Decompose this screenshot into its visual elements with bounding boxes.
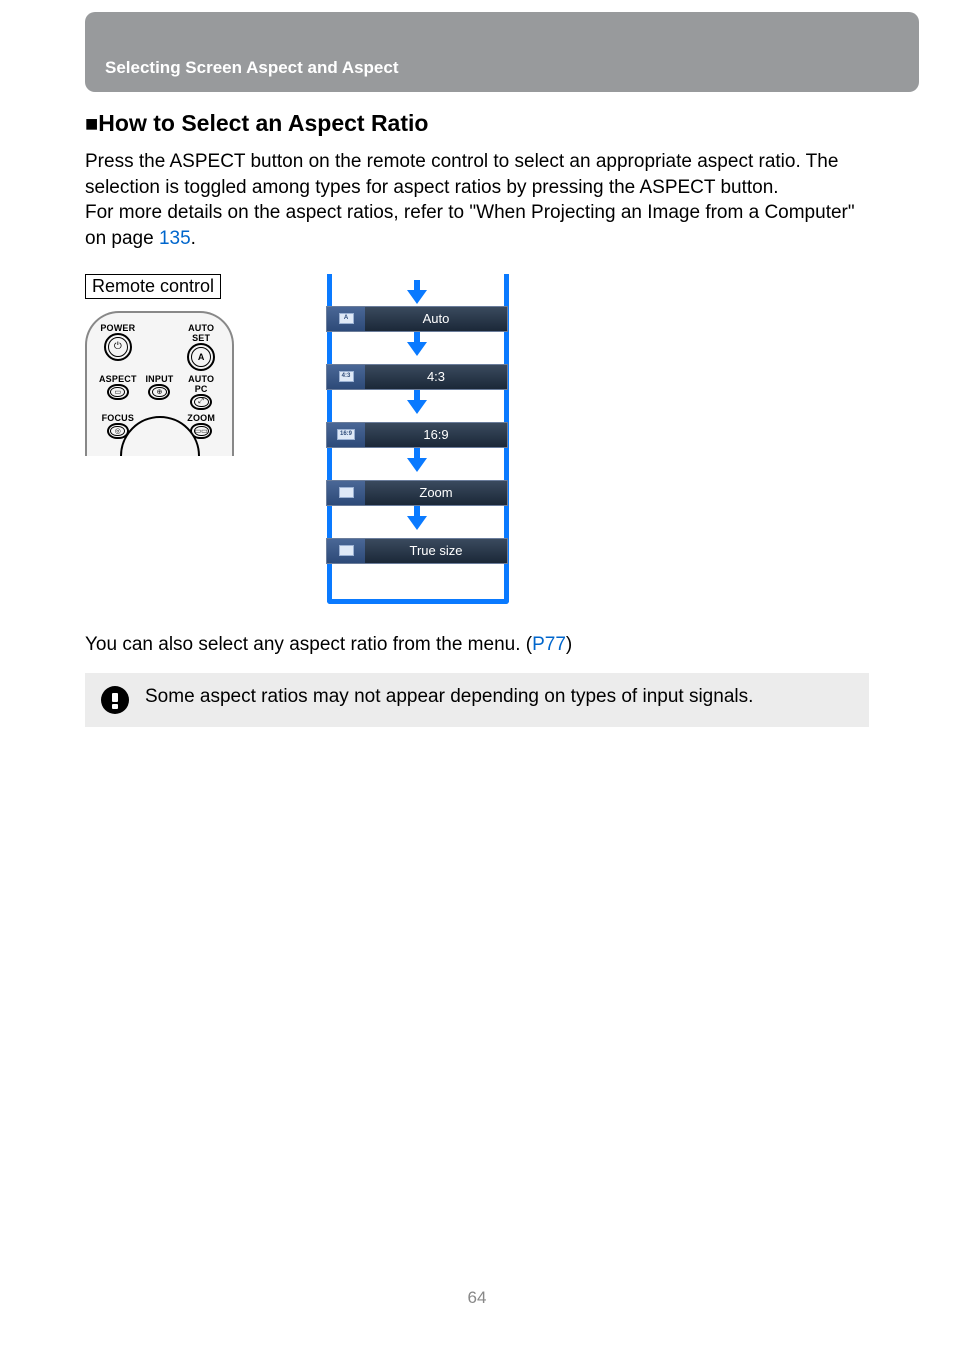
flow-arrow-icon — [407, 458, 427, 472]
osd-item-auto: A Auto — [326, 306, 508, 332]
osd-aspect-icon: A — [327, 307, 365, 331]
page-number: 64 — [0, 1288, 954, 1308]
osd-label: 4:3 — [365, 365, 507, 389]
osd-aspect-icon — [327, 481, 365, 505]
header-band: Selecting Screen Aspect and Aspect — [85, 12, 919, 92]
aspect-button-ref-1: ASPECT — [170, 151, 246, 172]
osd-aspect-icon: 4:3 — [327, 365, 365, 389]
flow-arrow-icon — [407, 342, 427, 356]
flow-arrow-icon — [407, 516, 427, 530]
note-box: Some aspect ratios may not appear depend… — [85, 673, 869, 727]
page-link-p77[interactable]: P77 — [532, 634, 566, 655]
aspect-icon: ▭ — [107, 384, 129, 400]
breadcrumb: Selecting Screen Aspect and Aspect — [105, 58, 899, 78]
power-icon: ⏻ — [104, 333, 132, 361]
paragraph-2: For more details on the aspect ratios, r… — [85, 200, 869, 251]
section-heading: ■How to Select an Aspect Ratio — [85, 110, 869, 137]
osd-item-true-size: True size — [326, 538, 508, 564]
osd-label: Zoom — [365, 481, 507, 505]
remote-autopc: AUTO PC ⤢ — [180, 374, 222, 410]
remote-aspect: ASPECT ▭ — [97, 374, 139, 410]
heading-text: How to Select an Aspect Ratio — [98, 110, 428, 136]
illustration-row: Remote control POWER ⏻ AUTO SET A ASPECT… — [85, 274, 869, 604]
flow-items: A Auto 4:3 4:3 16:9 16:9 Zoom — [301, 306, 533, 568]
osd-label: True size — [365, 539, 507, 563]
remote-control-body: POWER ⏻ AUTO SET A ASPECT ▭ INPUT ⊕ — [85, 311, 234, 456]
osd-item-4-3: 4:3 4:3 — [326, 364, 508, 390]
paragraph-3: You can also select any aspect ratio fro… — [85, 632, 869, 658]
osd-item-16-9: 16:9 16:9 — [326, 422, 508, 448]
page-link-135[interactable]: 135 — [159, 228, 191, 249]
paragraph-1: Press the ASPECT button on the remote co… — [85, 149, 869, 200]
heading-marker: ■ — [85, 111, 98, 136]
osd-label: 16:9 — [365, 423, 507, 447]
aspect-button-ref-2: ASPECT — [639, 177, 715, 198]
osd-aspect-icon — [327, 539, 365, 563]
remote-input: INPUT ⊕ — [139, 374, 181, 410]
osd-aspect-icon: 16:9 — [327, 423, 365, 447]
remote-control-label: Remote control — [85, 274, 221, 299]
remote-autoset: AUTO SET A — [180, 323, 222, 371]
input-icon: ⊕ — [148, 384, 170, 400]
flow-entry-arrow — [407, 274, 427, 304]
page-content: ■How to Select an Aspect Ratio Press the… — [0, 92, 954, 727]
remote-power: POWER ⏻ — [97, 323, 139, 371]
note-text: Some aspect ratios may not appear depend… — [145, 686, 753, 708]
flow-arrow-icon — [407, 400, 427, 414]
osd-item-zoom: Zoom — [326, 480, 508, 506]
aspect-flow-diagram: A Auto 4:3 4:3 16:9 16:9 Zoom — [301, 274, 533, 604]
caution-icon — [101, 686, 129, 714]
osd-label: Auto — [365, 307, 507, 331]
remote-control-figure: Remote control POWER ⏻ AUTO SET A ASPECT… — [85, 274, 239, 456]
autopc-icon: ⤢ — [190, 394, 212, 410]
autoset-icon: A — [187, 343, 215, 371]
